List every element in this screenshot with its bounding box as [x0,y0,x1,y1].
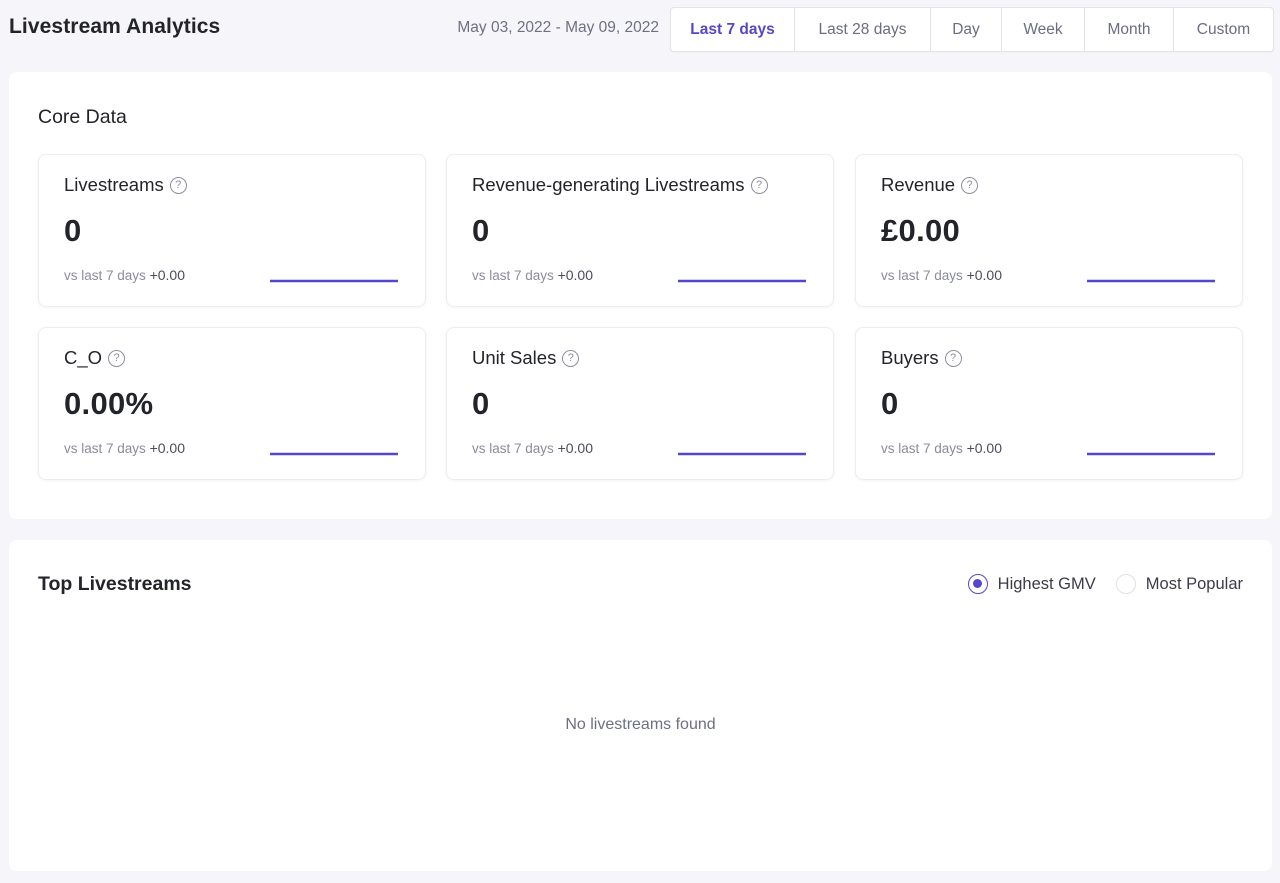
metric-value: 0.00% [64,386,154,421]
metric-title-text: Revenue-generating Livestreams [472,174,745,195]
range-day-button[interactable]: Day [931,8,1002,51]
top-livestreams-title: Top Livestreams [38,573,192,595]
sort-radio-group: Highest GMV Most Popular [967,574,1243,594]
range-month-button[interactable]: Month [1085,8,1174,51]
metric-card-c-o: C_O ? 0.00% vs last 7 days +0.00 [38,327,426,480]
radio-checked-icon[interactable] [967,574,988,594]
date-range-selector: Last 7 days Last 28 days Day Week Month … [670,7,1274,52]
sparkline-chart [1087,452,1215,456]
question-circle-icon[interactable]: ? [169,176,187,194]
question-circle-icon[interactable]: ? [562,349,580,367]
compare-delta: +0.00 [557,440,593,456]
metric-title: Buyers ? [881,347,962,369]
metric-title-text: Unit Sales [472,347,557,368]
metric-title: Revenue-generating Livestreams ? [472,174,768,196]
metric-title: Revenue ? [881,174,979,196]
compare-label: vs last 7 days [472,268,554,283]
metric-value: 0 [64,213,82,248]
metric-compare: vs last 7 days +0.00 [64,440,185,456]
compare-delta: +0.00 [149,440,185,456]
metric-title-text: Livestreams [64,174,164,195]
header-bar: Livestream Analytics May 03, 2022 - May … [0,0,1280,60]
range-last-28-days-button[interactable]: Last 28 days [795,8,931,51]
metric-card-unit-sales: Unit Sales ? 0 vs last 7 days +0.00 [446,327,834,480]
compare-label: vs last 7 days [64,441,146,456]
sparkline-chart [678,279,806,283]
metric-card-revenue: Revenue ? £0.00 vs last 7 days +0.00 [855,154,1243,307]
sparkline-chart [1087,279,1215,283]
metric-value: 0 [472,386,490,421]
compare-label: vs last 7 days [64,268,146,283]
sort-highest-gmv-radio[interactable]: Highest GMV [967,574,1096,594]
sparkline-chart [270,279,398,283]
metric-compare: vs last 7 days +0.00 [881,267,1002,283]
metric-compare: vs last 7 days +0.00 [64,267,185,283]
sparkline-chart [678,452,806,456]
compare-label: vs last 7 days [881,268,963,283]
question-circle-icon[interactable]: ? [961,176,979,194]
range-last-7-days-button[interactable]: Last 7 days [671,8,795,51]
metric-title-text: C_O [64,347,103,368]
sparkline-chart [270,452,398,456]
metric-value: 0 [881,386,899,421]
metric-title: Livestreams ? [64,174,187,196]
range-week-button[interactable]: Week [1002,8,1085,51]
question-circle-icon[interactable]: ? [108,349,126,367]
metric-card-livestreams: Livestreams ? 0 vs last 7 days +0.00 [38,154,426,307]
question-circle-icon[interactable]: ? [944,349,962,367]
metric-value: 0 [472,213,490,248]
radio-label: Most Popular [1145,574,1243,593]
metric-value: £0.00 [881,213,961,248]
metric-compare: vs last 7 days +0.00 [881,440,1002,456]
date-range-label: May 03, 2022 - May 09, 2022 [457,19,659,36]
question-circle-icon[interactable]: ? [750,176,768,194]
metric-title-text: Revenue [881,174,956,195]
radio-label: Highest GMV [997,574,1096,593]
metric-compare: vs last 7 days +0.00 [472,267,593,283]
top-livestreams-panel: Top Livestreams Highest GMV Most Popular… [9,540,1272,871]
compare-label: vs last 7 days [881,441,963,456]
metric-card-revenue-generating-livestreams: Revenue-generating Livestreams ? 0 vs la… [446,154,834,307]
compare-label: vs last 7 days [472,441,554,456]
radio-unchecked-icon[interactable] [1115,574,1136,594]
compare-delta: +0.00 [966,440,1002,456]
sort-most-popular-radio[interactable]: Most Popular [1115,574,1243,594]
compare-delta: +0.00 [557,267,593,283]
metric-title: Unit Sales ? [472,347,580,369]
metric-title-text: Buyers [881,347,939,368]
empty-state-message: No livestreams found [565,716,716,733]
metric-card-buyers: Buyers ? 0 vs last 7 days +0.00 [855,327,1243,480]
metric-title: C_O ? [64,347,126,369]
compare-delta: +0.00 [966,267,1002,283]
page-title: Livestream Analytics [9,15,221,38]
metric-compare: vs last 7 days +0.00 [472,440,593,456]
core-data-title: Core Data [38,106,127,128]
compare-delta: +0.00 [149,267,185,283]
range-custom-button[interactable]: Custom [1174,8,1273,51]
core-data-panel: Core Data Livestreams ? 0 vs last 7 days… [9,72,1272,519]
